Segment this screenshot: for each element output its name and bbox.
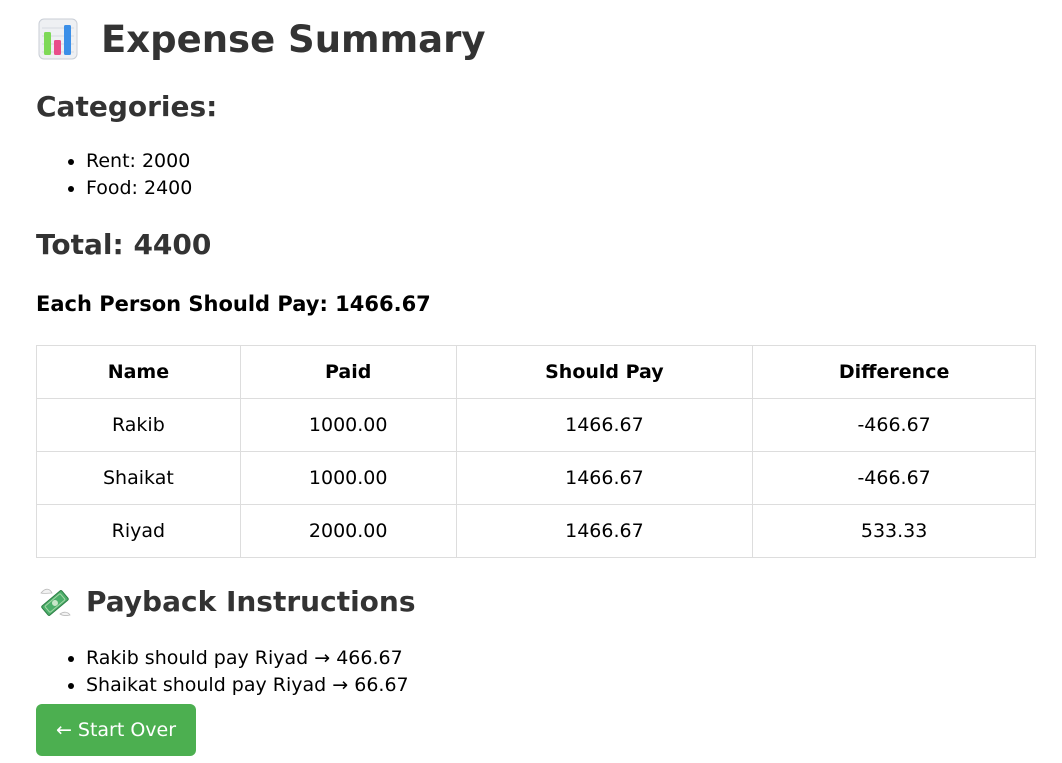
cell-paid: 1000.00 bbox=[239, 398, 457, 452]
cell-difference: 533.33 bbox=[752, 504, 1036, 558]
start-over-button[interactable]: ← Start Over bbox=[36, 704, 196, 756]
cell-should-pay: 1466.67 bbox=[455, 504, 754, 558]
payback-list: Rakib should pay Riyad → 466.67 Shaikat … bbox=[36, 645, 409, 699]
column-header-name: Name bbox=[36, 345, 241, 399]
cell-paid: 2000.00 bbox=[239, 504, 457, 558]
payback-item: Rakib should pay Riyad → 466.67 bbox=[86, 645, 409, 672]
cell-difference: -466.67 bbox=[752, 398, 1036, 452]
table-header-row: Name Paid Should Pay Difference bbox=[36, 345, 1036, 399]
page-title-text: Expense Summary bbox=[101, 17, 486, 61]
expense-table: Name Paid Should Pay Difference Rakib 10… bbox=[36, 345, 1036, 558]
cell-name: Shaikat bbox=[36, 451, 241, 505]
expense-summary-page: Expense Summary Categories: Rent: 2000 F… bbox=[0, 0, 1062, 763]
page-title: Expense Summary bbox=[38, 14, 486, 64]
total-heading: Total: 4400 bbox=[36, 228, 212, 261]
table-row: Riyad 2000.00 1466.67 533.33 bbox=[36, 504, 1036, 558]
cell-paid: 1000.00 bbox=[239, 451, 457, 505]
cell-difference: -466.67 bbox=[752, 451, 1036, 505]
cell-should-pay: 1466.67 bbox=[455, 398, 754, 452]
payback-heading-text: Payback Instructions bbox=[86, 584, 416, 618]
category-item: Rent: 2000 bbox=[86, 148, 192, 175]
cell-should-pay: 1466.67 bbox=[455, 451, 754, 505]
categories-heading: Categories: bbox=[36, 90, 218, 123]
categories-list: Rent: 2000 Food: 2400 bbox=[36, 148, 192, 202]
column-header-paid: Paid bbox=[239, 345, 457, 399]
payback-item: Shaikat should pay Riyad → 66.67 bbox=[86, 672, 409, 699]
column-header-should-pay: Should Pay bbox=[455, 345, 754, 399]
column-header-difference: Difference bbox=[752, 345, 1036, 399]
table-row: Shaikat 1000.00 1466.67 -466.67 bbox=[36, 451, 1036, 505]
payback-heading: Payback Instructions bbox=[38, 584, 416, 618]
table-row: Rakib 1000.00 1466.67 -466.67 bbox=[36, 398, 1036, 452]
money-with-wings-icon bbox=[38, 584, 72, 618]
cell-name: Rakib bbox=[36, 398, 241, 452]
bar-chart-icon bbox=[38, 18, 78, 60]
category-item: Food: 2400 bbox=[86, 175, 192, 202]
cell-name: Riyad bbox=[36, 504, 241, 558]
each-person-share: Each Person Should Pay: 1466.67 bbox=[36, 292, 431, 316]
